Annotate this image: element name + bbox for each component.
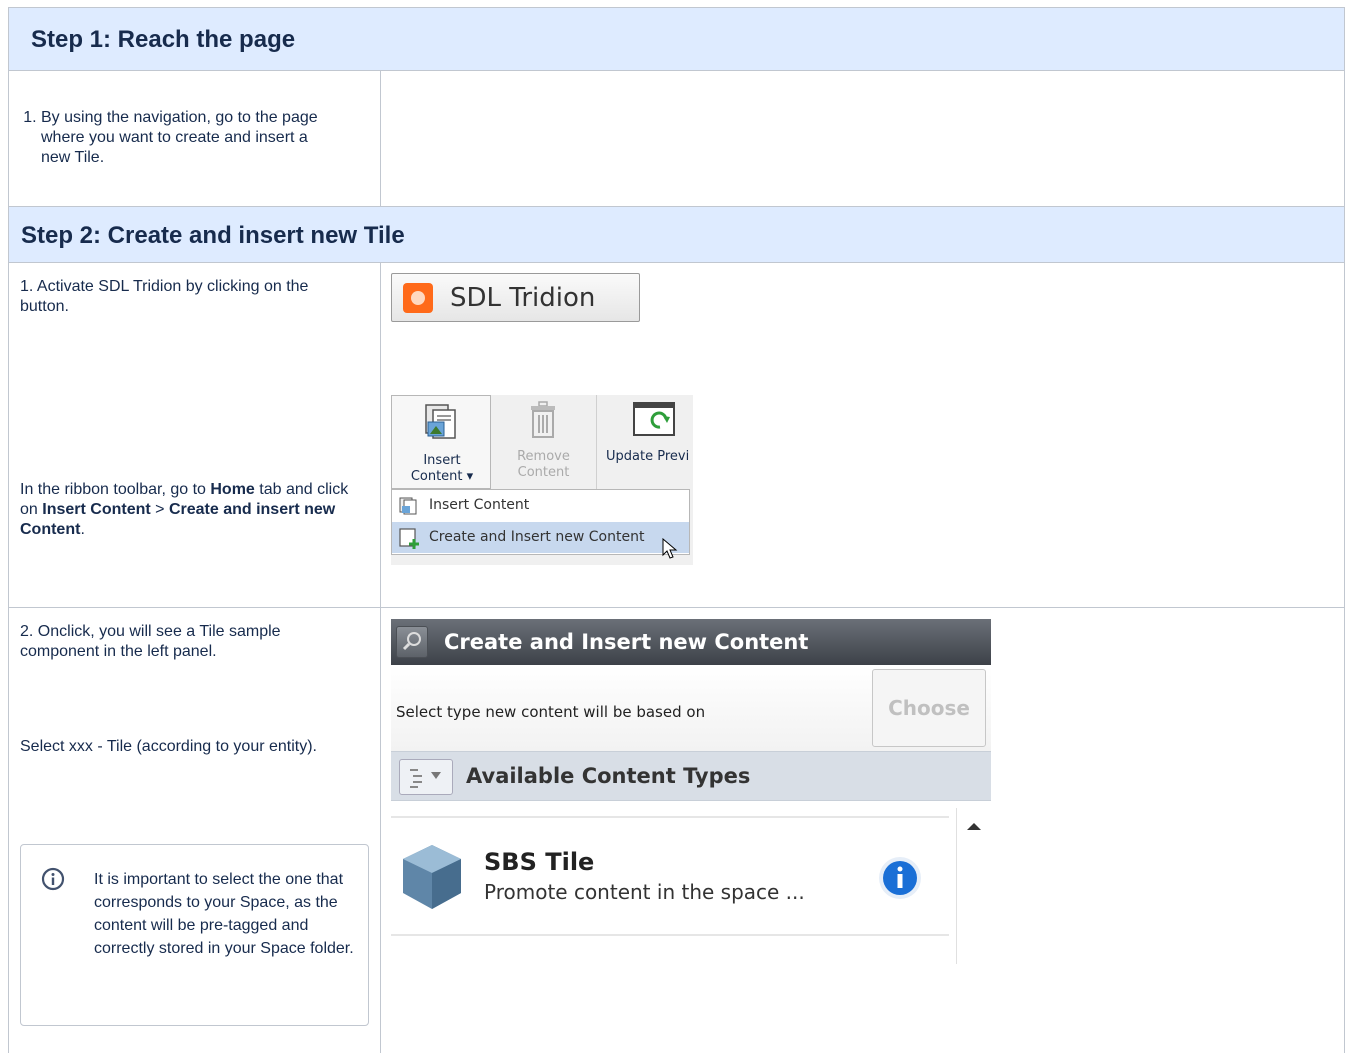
- step2-header: Step 2: Create and insert new Tile: [8, 206, 1345, 263]
- item-title: SBS Tile: [484, 848, 595, 876]
- menu-item-create-insert-new-content[interactable]: Create and Insert new Content: [392, 522, 689, 559]
- create-content-small-icon: [399, 528, 419, 549]
- instruction-table: Step 1: Reach the page By using the navi…: [8, 7, 1345, 1053]
- cube-icon: [403, 845, 461, 909]
- update-preview-label: Update Previ: [606, 449, 690, 464]
- menu-item-insert-content[interactable]: Insert Content: [392, 490, 689, 521]
- activate-text: 1. Activate SDL Tridion by clicking on t…: [20, 278, 309, 315]
- step1-header: Step 1: Reach the page: [8, 7, 1345, 71]
- sdl-tridion-label: SDL Tridion: [450, 283, 596, 313]
- list-view-icon: [410, 769, 441, 788]
- info-note-text: It is important to select the one that c…: [94, 871, 354, 957]
- content-types-title: Available Content Types: [466, 764, 751, 788]
- dropdown-arrow-icon: ▾: [466, 469, 474, 484]
- update-preview-icon: [633, 402, 675, 436]
- ribbon-toolbar: Insert Content ▾ Remove Content Update P…: [391, 395, 693, 565]
- insert-content-menu: Insert Content Create and Insert new Con…: [391, 489, 690, 559]
- step1-left-cell: By using the navigation, go to the page …: [8, 70, 381, 207]
- list-view-dropdown[interactable]: [399, 759, 453, 795]
- panel-title-bar: Create and Insert new Content: [391, 619, 991, 665]
- panel-title: Create and Insert new Content: [444, 630, 809, 654]
- info-circle-icon: [41, 867, 65, 891]
- insert-content-small-icon: [399, 497, 417, 515]
- ribbon-instruction: In the ribbon toolbar, go to Home tab an…: [20, 481, 349, 538]
- select-type-label: Select type new content will be based on: [396, 703, 706, 721]
- remove-content-button[interactable]: Remove Content: [491, 395, 596, 489]
- content-types-header: Available Content Types: [391, 751, 991, 801]
- remove-content-label: Remove Content: [517, 449, 570, 480]
- step2-title: Step 2: Create and insert new Tile: [21, 222, 405, 249]
- info-icon[interactable]: [877, 855, 923, 901]
- select-type-bar: Select type new content will be based on…: [391, 665, 991, 751]
- select-text: Select xxx - Tile (according to your ent…: [20, 738, 317, 755]
- tridion-logo-icon: [403, 283, 433, 313]
- insert-content-button[interactable]: Insert Content ▾: [391, 395, 491, 489]
- item-description: Promote content in the space ...: [484, 880, 805, 904]
- insert-content-icon: [425, 404, 456, 439]
- onclick-text: 2. Onclick, you will see a Tile sample c…: [20, 623, 281, 660]
- search-icon[interactable]: [396, 626, 428, 658]
- trash-icon: [531, 401, 555, 438]
- create-insert-panel: Create and Insert new Content Select typ…: [391, 619, 992, 964]
- step1-title: Step 1: Reach the page: [31, 26, 296, 53]
- step1-instruction: By using the navigation, go to the page …: [41, 108, 337, 168]
- choose-button[interactable]: Choose: [872, 669, 986, 747]
- scrollbar[interactable]: [956, 808, 992, 964]
- mouse-cursor-icon: [662, 538, 678, 559]
- scroll-up-icon: [967, 823, 981, 830]
- update-preview-button[interactable]: Update Previ: [596, 395, 693, 489]
- step2-row1-left: 1. Activate SDL Tridion by clicking on t…: [8, 262, 381, 608]
- content-type-item[interactable]: SBS Tile Promote content in the space ..…: [391, 816, 949, 936]
- sdl-tridion-button[interactable]: SDL Tridion: [391, 273, 640, 322]
- step1-right-cell: [380, 70, 1345, 207]
- info-note-panel: It is important to select the one that c…: [20, 844, 369, 1026]
- insert-content-label: Insert Content ▾: [410, 453, 474, 484]
